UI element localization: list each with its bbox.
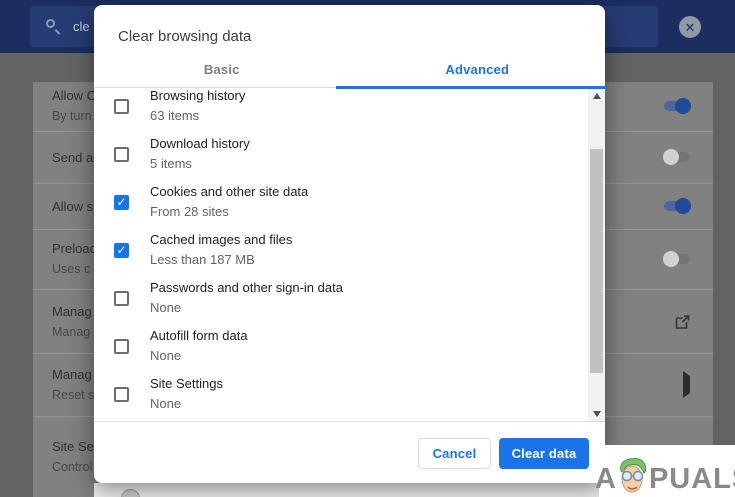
toggle-off-icon[interactable]: [663, 251, 690, 268]
clear-data-option-site-settings[interactable]: Site Settings None: [94, 370, 605, 418]
scroll-down-icon[interactable]: [588, 407, 605, 421]
tab-basic[interactable]: Basic: [94, 52, 350, 87]
checkbox-unchecked-icon[interactable]: [114, 290, 129, 306]
clear-browsing-data-dialog: Clear browsing data Basic Advanced Brows…: [94, 5, 605, 483]
option-detail: Less than 187 MB: [150, 252, 255, 267]
search-query: cle: [73, 19, 90, 34]
clear-data-option-cookies-and-other-site-data[interactable]: ✓ Cookies and other site data From 28 site…: [94, 178, 605, 226]
checkbox-unchecked-icon[interactable]: [114, 98, 129, 114]
appuals-mascot-icon: [620, 458, 647, 493]
toggle-off-icon[interactable]: [663, 149, 690, 166]
option-label: Download history: [150, 136, 250, 151]
dialog-title: Clear browsing data: [118, 28, 252, 45]
option-label: Passwords and other sign-in data: [150, 280, 343, 295]
option-detail: 5 items: [150, 156, 192, 171]
option-detail: None: [150, 396, 182, 411]
clear-data-options-list: Browsing history 63 items Download history…: [94, 89, 605, 421]
watermark-letters-puals: PUALS: [648, 463, 735, 495]
dialog-footer: Cancel Clear data: [94, 421, 605, 483]
option-label: Cached images and files: [150, 232, 293, 247]
clear-data-option-passwords-and-other-sign-in-data[interactable]: Passwords and other sign-in data None: [94, 274, 605, 322]
watermark-letter-a: A: [595, 463, 617, 495]
close-search-icon[interactable]: ✕: [679, 16, 701, 38]
scrollbar-thumb[interactable]: [590, 149, 603, 373]
option-label: Autofill form data: [150, 328, 248, 343]
clear-data-option-cached-images-and-files[interactable]: ✓ Cached images and files Less than 187 MB: [94, 226, 605, 274]
scroll-up-icon[interactable]: [588, 89, 605, 103]
search-icon: [46, 19, 61, 35]
option-detail: None: [150, 300, 182, 315]
checkbox-checked-icon[interactable]: ✓: [114, 242, 129, 258]
checkbox-unchecked-icon[interactable]: [114, 386, 129, 402]
checkbox-unchecked-icon[interactable]: [114, 146, 129, 162]
toggle-on-icon[interactable]: [664, 198, 691, 215]
clear-data-option-browsing-history[interactable]: Browsing history 63 items: [94, 89, 605, 130]
clear-data-option-autofill-form-data[interactable]: Autofill form data None: [94, 322, 605, 370]
clear-data-option-download-history[interactable]: Download history 5 items: [94, 130, 605, 178]
clear-data-button[interactable]: Clear data: [499, 438, 589, 469]
dialog-scrollbar[interactable]: [588, 89, 605, 421]
option-detail: None: [150, 348, 182, 363]
dialog-tabs: Basic Advanced: [94, 52, 606, 89]
checkbox-unchecked-icon[interactable]: [114, 338, 129, 354]
external-link-icon[interactable]: [675, 314, 690, 329]
option-label: Site Settings: [150, 376, 223, 391]
toggle-on-icon[interactable]: [664, 98, 691, 115]
screen: Allow C By turn Send a Allow s Preload Uses c…: [0, 0, 735, 497]
appuals-watermark: A PUALS: [595, 455, 735, 497]
option-label: Cookies and other site data: [150, 184, 309, 199]
checkbox-checked-icon[interactable]: ✓: [114, 194, 129, 210]
option-label: Browsing history: [150, 89, 246, 103]
tab-advanced[interactable]: Advanced: [350, 52, 606, 87]
chevron-right-icon[interactable]: [683, 370, 690, 398]
option-detail: 63 items: [150, 108, 200, 123]
option-detail: From 28 sites: [150, 204, 229, 219]
cancel-button[interactable]: Cancel: [418, 438, 491, 469]
